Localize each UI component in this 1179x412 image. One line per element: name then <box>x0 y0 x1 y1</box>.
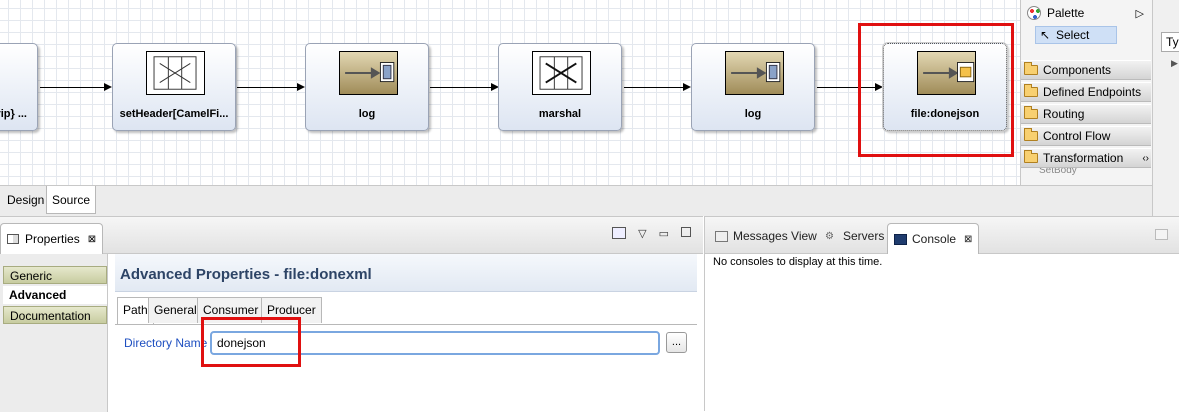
palette-title: Palette <box>1047 6 1085 20</box>
palette-drawer-defined-endpoints[interactable]: Defined Endpoints <box>1021 82 1151 102</box>
tab-console[interactable]: Console ⊠ <box>887 223 980 254</box>
drawer-label: Routing <box>1043 107 1085 121</box>
palette-collapse-icon[interactable]: ▷ <box>1136 7 1144 20</box>
subtab-consumer[interactable]: Consumer <box>197 297 265 323</box>
palette-icon <box>1027 6 1041 20</box>
subtab-divider <box>115 324 697 325</box>
log-endpoint-icon <box>725 51 784 95</box>
log-endpoint-icon <box>339 51 398 95</box>
connector <box>817 87 875 88</box>
view-menu-icon[interactable]: ▽ <box>638 227 646 240</box>
ptab-advanced[interactable]: Advanced <box>3 286 107 304</box>
palette-drawer-routing[interactable]: Routing <box>1021 104 1151 124</box>
palette-drawer-components[interactable]: Components <box>1021 60 1151 80</box>
properties-icon <box>7 234 19 244</box>
pointer-icon: ↖ <box>1040 28 1051 42</box>
palette-select-label: Select <box>1056 28 1090 42</box>
palette-drawer-control-flow[interactable]: Control Flow <box>1021 126 1151 146</box>
pin-editor-icon[interactable] <box>612 227 627 239</box>
connector-arrowhead <box>104 83 112 91</box>
section-title: Advanced Properties - file:donexml <box>115 254 697 292</box>
tab-label: Servers <box>843 229 885 243</box>
node-label: setHeader[CamelFi... <box>119 108 229 120</box>
directory-name-label: Directory Name <box>124 336 208 350</box>
folder-icon <box>1024 62 1038 75</box>
servers-icon: ⚙ <box>825 230 834 242</box>
directory-name-field[interactable] <box>210 331 660 355</box>
palette-drawer-transformation[interactable]: Transformation ‹› <box>1021 148 1151 168</box>
drawer-label: Components <box>1043 63 1112 77</box>
transform-icon <box>532 51 591 95</box>
route-node-setheader[interactable]: setHeader[CamelFi... <box>112 43 236 131</box>
tab-label: Console <box>912 232 957 246</box>
connector-arrowhead <box>683 83 691 91</box>
tab-source[interactable]: Source <box>46 186 97 214</box>
folder-icon <box>1024 150 1038 163</box>
route-diagram-canvas[interactable]: vip} ... setHeader[CamelFi... log <box>0 0 1020 185</box>
folder-icon <box>1024 84 1038 97</box>
route-node-log[interactable]: log <box>305 43 429 131</box>
connector <box>237 87 297 88</box>
drawer-label: Control Flow <box>1043 129 1111 143</box>
tab-design[interactable]: Design <box>2 186 49 214</box>
route-node-from[interactable]: vip} ... <box>0 43 38 131</box>
file-endpoint-icon <box>917 51 976 95</box>
folder-icon <box>1024 128 1038 141</box>
palette-panel: Palette ▷ ↖ Select Components Defined En… <box>1020 0 1152 185</box>
connector <box>40 87 104 88</box>
ptab-documentation[interactable]: Documentation <box>3 306 107 324</box>
node-label: vip} ... <box>0 108 27 120</box>
console-view: Messages View ⚙ Servers Console ⊠ No con… <box>704 216 1179 411</box>
expand-triangle-icon[interactable]: ▶ <box>1171 58 1178 69</box>
palette-select-tool[interactable]: ↖ Select <box>1035 26 1117 44</box>
subtab-producer[interactable]: Producer <box>261 297 322 323</box>
properties-view: Properties ⊠ ▽ ▭ Generic Advanced Docume… <box>0 216 703 412</box>
ptab-generic[interactable]: Generic <box>3 266 107 284</box>
editor-tabs: Design Source <box>0 185 1152 216</box>
type-field[interactable]: Ty <box>1161 32 1179 52</box>
console-titlebar: Messages View ⚙ Servers Console ⊠ <box>705 217 1179 254</box>
palette-header[interactable]: Palette ▷ <box>1021 0 1152 26</box>
console-icon <box>894 233 907 245</box>
route-node-file-donejson[interactable]: file:donejson <box>883 43 1007 131</box>
route-node-log[interactable]: log <box>691 43 815 131</box>
close-icon[interactable]: ⊠ <box>964 234 972 245</box>
properties-titlebar: Properties ⊠ ▽ ▭ <box>0 217 703 254</box>
tab-servers[interactable]: ⚙ Servers <box>825 229 884 243</box>
maximize-icon[interactable] <box>681 227 691 237</box>
view-title: Properties <box>25 232 80 246</box>
tab-label: Messages View <box>733 229 817 243</box>
subtab-general[interactable]: General <box>148 297 203 323</box>
close-icon[interactable]: ⊠ <box>88 234 96 245</box>
tab-properties[interactable]: Properties ⊠ <box>0 223 104 254</box>
connector-arrowhead <box>297 83 305 91</box>
folder-icon <box>1024 106 1038 119</box>
browse-button[interactable]: ... <box>666 332 687 353</box>
messages-icon <box>715 230 728 242</box>
palette-entry-fragment: SetBody <box>1039 168 1077 176</box>
view-toolbar: ▽ ▭ <box>612 227 691 240</box>
connector <box>624 87 683 88</box>
node-label: log <box>358 108 376 120</box>
drawer-label: Transformation <box>1043 151 1124 165</box>
connector-arrowhead <box>875 83 883 91</box>
connector <box>430 87 491 88</box>
open-console-icon[interactable] <box>1155 229 1168 240</box>
minimize-icon[interactable]: ▭ <box>659 227 669 240</box>
node-label: log <box>744 108 762 120</box>
properties-tab-list: Generic Advanced Documentation <box>0 254 108 412</box>
node-label: file:donejson <box>910 108 980 120</box>
tab-messages-view[interactable]: Messages View <box>715 229 817 243</box>
drawer-label: Defined Endpoints <box>1043 85 1142 99</box>
route-node-marshal[interactable]: marshal <box>498 43 622 131</box>
outline-panel-edge: Ty ▶ <box>1152 0 1179 216</box>
transform-icon <box>146 51 205 95</box>
console-message: No consoles to display at this time. <box>713 256 883 268</box>
drawer-resize-icon[interactable]: ‹› <box>1142 153 1149 164</box>
node-label: marshal <box>538 108 582 120</box>
